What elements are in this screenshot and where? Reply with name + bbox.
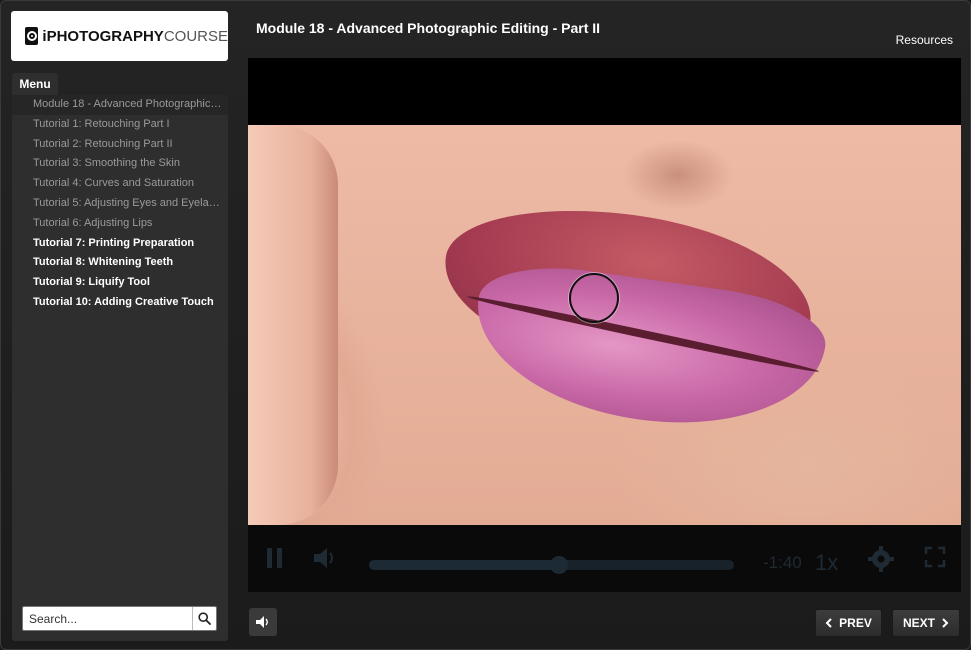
next-label: NEXT <box>902 616 935 630</box>
progress-bar[interactable] <box>369 556 734 574</box>
menu-tab[interactable]: Menu <box>12 73 58 95</box>
progress-handle[interactable] <box>549 556 568 574</box>
video-frame <box>248 125 961 525</box>
page-title: Module 18 - Advanced Photographic Editin… <box>256 20 601 36</box>
fullscreen-icon <box>924 546 946 568</box>
video-player[interactable]: -1:40 1x <box>248 58 961 592</box>
sidebar: Module 18 - Advanced Photographic Editin… <box>12 95 228 641</box>
app-window: iPHOTOGRAPHYCOURSE Menu Module 18 - Adva… <box>0 0 971 650</box>
menu-list: Module 18 - Advanced Photographic Editin… <box>12 95 228 313</box>
menu-item-tutorial-9[interactable]: Tutorial 9: Liquify Tool <box>12 273 228 293</box>
pause-icon <box>267 548 282 568</box>
search-box <box>22 606 217 631</box>
menu-item-tutorial-3[interactable]: Tutorial 3: Smoothing the Skin <box>12 154 228 174</box>
search-icon <box>198 612 211 625</box>
pause-button[interactable] <box>264 545 286 576</box>
speaker-icon <box>256 616 268 628</box>
resources-link[interactable]: Resources <box>896 33 953 47</box>
menu-item-tutorial-2[interactable]: Tutorial 2: Retouching Part II <box>12 135 228 155</box>
video-hand <box>248 125 338 525</box>
settings-button[interactable] <box>867 545 895 578</box>
chevron-right-icon <box>942 618 949 628</box>
prev-button[interactable]: PREV <box>815 609 882 637</box>
volume-icon <box>314 548 333 568</box>
next-button[interactable]: NEXT <box>892 609 960 637</box>
menu-item-module[interactable]: Module 18 - Advanced Photographic Editin… <box>12 95 228 115</box>
search-input[interactable] <box>23 607 193 630</box>
menu-item-tutorial-5[interactable]: Tutorial 5: Adjusting Eyes and Eyelashes <box>12 194 228 214</box>
player-controls: -1:40 1x <box>248 525 961 592</box>
menu-item-tutorial-8[interactable]: Tutorial 8: Whitening Teeth <box>12 253 228 273</box>
brush-cursor-icon <box>569 273 619 323</box>
menu-item-tutorial-7[interactable]: Tutorial 7: Printing Preparation <box>12 234 228 254</box>
fullscreen-button[interactable] <box>923 545 947 574</box>
playback-speed-button[interactable]: 1x <box>815 550 838 576</box>
logo-text: iPHOTOGRAPHYCOURSE <box>42 27 228 45</box>
menu-item-tutorial-4[interactable]: Tutorial 4: Curves and Saturation <box>12 174 228 194</box>
volume-button[interactable] <box>311 545 339 576</box>
camera-logo-icon <box>25 27 39 45</box>
menu-item-tutorial-6[interactable]: Tutorial 6: Adjusting Lips <box>12 214 228 234</box>
chevron-left-icon <box>825 618 832 628</box>
mute-button[interactable] <box>249 608 277 636</box>
menu-item-tutorial-1[interactable]: Tutorial 1: Retouching Part I <box>12 115 228 135</box>
progress-fill <box>369 560 559 570</box>
time-remaining: -1:40 <box>763 553 802 572</box>
menu-item-tutorial-10[interactable]: Tutorial 10: Adding Creative Touch <box>12 293 228 313</box>
gear-icon <box>868 546 894 572</box>
logo: iPHOTOGRAPHYCOURSE <box>11 11 228 61</box>
prev-label: PREV <box>839 616 872 630</box>
search-button[interactable] <box>192 607 216 630</box>
